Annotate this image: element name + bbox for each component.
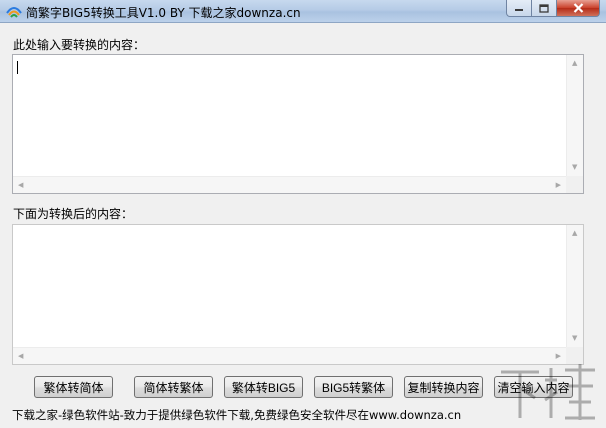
scroll-left-icon[interactable]: ◀ (18, 182, 23, 189)
text-caret (17, 61, 18, 74)
minimize-icon (515, 9, 523, 11)
scroll-up-icon[interactable]: ▲ (572, 60, 577, 67)
scroll-right-icon[interactable]: ▶ (556, 353, 561, 360)
scroll-corner (566, 176, 583, 193)
app-icon (6, 7, 22, 18)
close-icon (573, 3, 583, 13)
scroll-right-icon[interactable]: ▶ (556, 182, 561, 189)
output-vertical-scrollbar[interactable]: ▲ ▼ (566, 225, 583, 347)
input-vertical-scrollbar[interactable]: ▲ ▼ (566, 55, 583, 176)
clear-input-button[interactable]: 清空输入内容 (494, 376, 573, 398)
scroll-up-icon[interactable]: ▲ (572, 230, 577, 237)
output-label: 下面为转换后的内容： (13, 207, 134, 221)
output-horizontal-scrollbar[interactable]: ◀ ▶ (13, 347, 566, 364)
title-bar[interactable]: 简繁字BIG5转换工具V1.0 BY 下载之家downza.cn (0, 0, 606, 23)
input-horizontal-scrollbar[interactable]: ◀ ▶ (13, 176, 566, 193)
close-button[interactable] (557, 0, 600, 17)
maximize-button[interactable] (532, 0, 557, 17)
input-textarea[interactable]: ▲ ▼ ◀ ▶ (12, 54, 584, 194)
simplified-to-traditional-button[interactable]: 简体转繁体 (134, 376, 213, 398)
minimize-button[interactable] (506, 0, 532, 17)
traditional-to-big5-button[interactable]: 繁体转BIG5 (224, 376, 303, 398)
traditional-to-simplified-button[interactable]: 繁体转简体 (34, 376, 113, 398)
window-controls (506, 0, 600, 18)
scroll-corner (566, 347, 583, 364)
copy-result-button[interactable]: 复制转换内容 (404, 376, 483, 398)
output-textarea[interactable]: ▲ ▼ ◀ ▶ (12, 224, 584, 365)
scroll-left-icon[interactable]: ◀ (18, 353, 23, 360)
maximize-icon (539, 3, 549, 13)
footer-text: 下载之家-绿色软件站-致力于提供绿色软件下载,免费绿色安全软件尽在www.dow… (12, 408, 462, 422)
scroll-down-icon[interactable]: ▼ (572, 164, 577, 171)
input-label: 此处输入要转换的内容： (13, 38, 146, 52)
window-title: 简繁字BIG5转换工具V1.0 BY 下载之家downza.cn (26, 6, 301, 20)
big5-to-traditional-button[interactable]: BIG5转繁体 (314, 376, 393, 398)
scroll-down-icon[interactable]: ▼ (572, 335, 577, 342)
